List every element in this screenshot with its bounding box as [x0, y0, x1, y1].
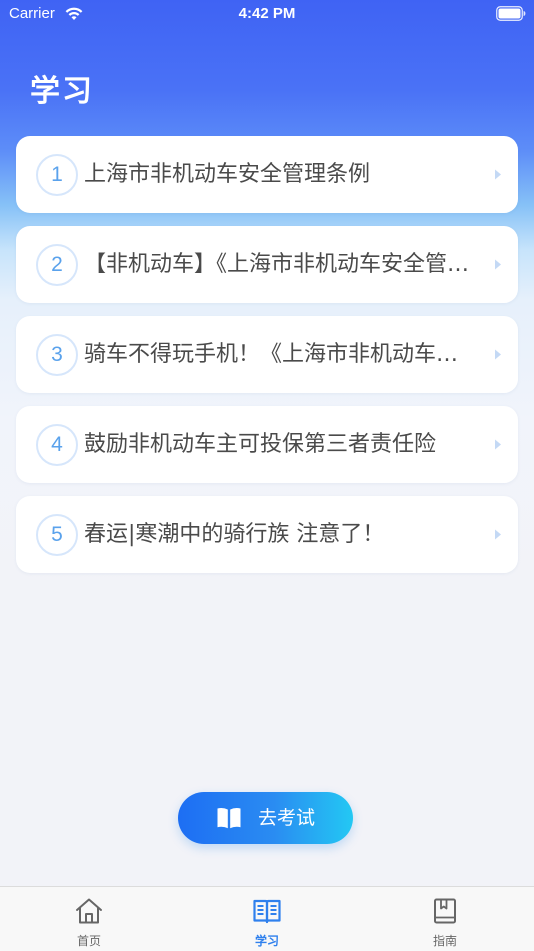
chevron-right-icon [495, 349, 501, 360]
tab-home[interactable]: 首页 [0, 887, 178, 951]
page-title: 学习 [30, 74, 94, 109]
go-to-exam-button[interactable]: 去考试 [178, 792, 353, 844]
tab-label: 首页 [76, 934, 101, 948]
article-title: 鼓励非机动车主可投保第三者责任险 [84, 432, 437, 457]
article-card-5[interactable]: 5 春运|寒潮中的骑行族 注意了！ [16, 496, 518, 573]
battery-icon [496, 6, 526, 21]
chevron-right-icon [495, 529, 501, 540]
home-icon [76, 898, 102, 924]
book-open-icon [217, 808, 241, 829]
article-card-2[interactable]: 2 【非机动车】《上海市非机动车安全管理条例》 [16, 226, 518, 303]
article-number: 2 [36, 244, 78, 286]
status-time: 4:42 PM [238, 5, 296, 22]
article-title: 上海市非机动车安全管理条例 [84, 162, 371, 187]
study-book-icon [253, 899, 281, 924]
chevron-right-icon [495, 169, 501, 180]
tab-study[interactable]: 学习 [178, 887, 356, 951]
article-card-1[interactable]: 1 上海市非机动车安全管理条例 [16, 136, 518, 213]
chevron-right-icon [495, 439, 501, 450]
article-number: 5 [36, 514, 78, 556]
article-title: 春运|寒潮中的骑行族 注意了！ [84, 522, 385, 547]
article-title: 骑车不得玩手机！《上海市非机动车安全管理条例》 [84, 342, 474, 367]
article-number: 3 [36, 334, 78, 376]
tab-bar: 首页 学习 指南 [0, 886, 534, 951]
article-title: 【非机动车】《上海市非机动车安全管理条例》 [84, 252, 474, 277]
article-list: 1 上海市非机动车安全管理条例 2 【非机动车】《上海市非机动车安全管理条例》 … [16, 136, 518, 586]
article-number: 1 [36, 154, 78, 196]
status-bar: Carrier 4:42 PM [0, 0, 534, 28]
chevron-right-icon [495, 259, 501, 270]
go-to-exam-label: 去考试 [258, 807, 316, 829]
article-number: 4 [36, 424, 78, 466]
article-card-3[interactable]: 3 骑车不得玩手机！《上海市非机动车安全管理条例》 [16, 316, 518, 393]
tab-label: 学习 [254, 934, 279, 948]
article-card-4[interactable]: 4 鼓励非机动车主可投保第三者责任险 [16, 406, 518, 483]
guide-book-icon [434, 898, 456, 924]
tab-guide[interactable]: 指南 [356, 887, 534, 951]
tab-label: 指南 [432, 934, 457, 948]
